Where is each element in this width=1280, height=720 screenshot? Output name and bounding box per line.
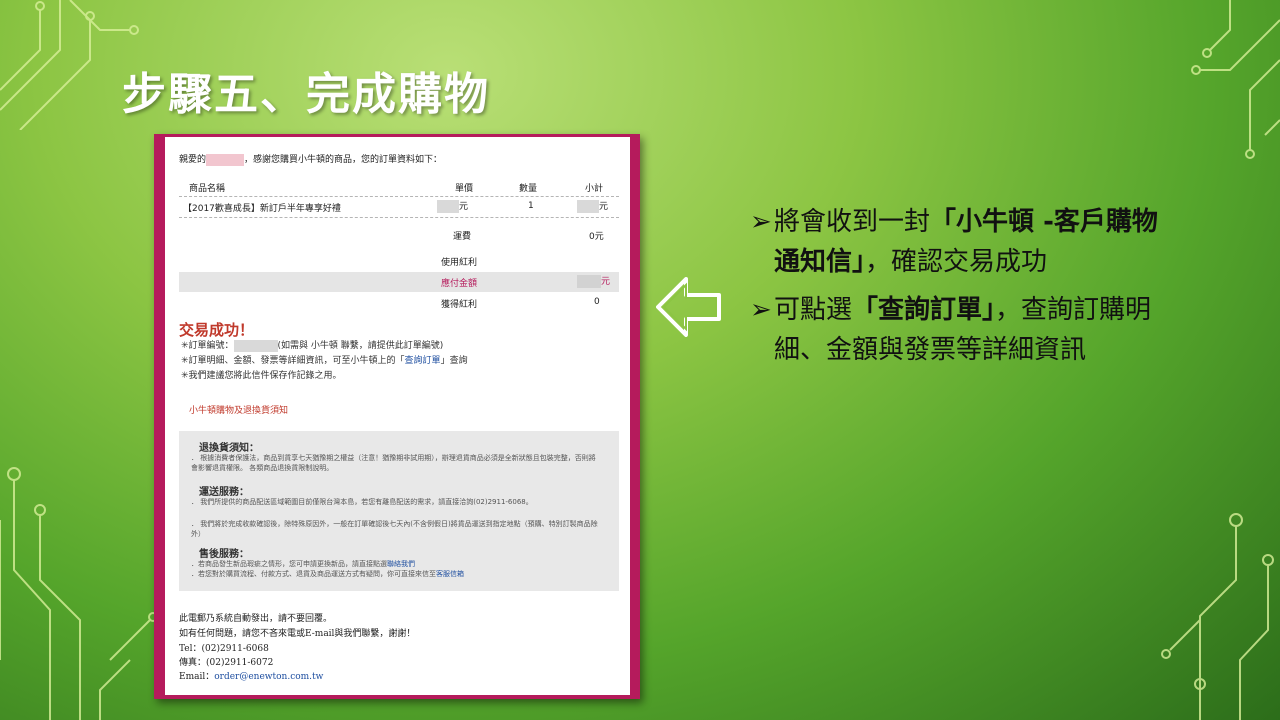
arrow-bullet-icon: ➢ [750, 295, 772, 325]
circuit-decoration-bottom-left [0, 467, 158, 720]
bullet-text: 將會收到一封 [774, 207, 931, 237]
header-price: 單價 [455, 184, 474, 194]
item-subtotal-unit: 元 [599, 202, 609, 212]
email-screenshot: 親愛的 ，感謝您購買小牛頓的商品，您的訂單資料如下： 商品名稱 單價 數量 小計 … [154, 134, 640, 699]
shipping-text-2: ． 我們將於完成收款確認後，除特殊原因外，一般在訂單確認後七天內(不含例假日)將… [191, 520, 598, 538]
footer-contact: 如有任何問題，請您不吝來電或E-mail與我們聯繫，謝謝！ [179, 629, 416, 639]
after-sales-text-2-body: ．若您對於購買流程、付款方式、退貨及商品運送方式有疑問，你可直接來信至 [191, 570, 436, 578]
contact-us-link[interactable]: 聯絡我們 [387, 560, 415, 568]
order-number-hint: (如需與 小牛頓 聯繫，請提供此訂單編號) [277, 341, 444, 351]
email-greeting: 親愛的 ，感謝您購買小牛頓的商品，您的訂單資料如下： [179, 152, 442, 166]
footer-email-link[interactable]: order@enewton.com.tw [214, 672, 323, 682]
slide-title: 步驟五、完成購物 [122, 69, 490, 120]
service-mail-link[interactable]: 客服信箱 [436, 570, 464, 578]
footer-fax: 傳真：(02)2911-6072 [179, 658, 274, 668]
circuit-decoration-top-right [1191, 0, 1280, 159]
redacted-amount [577, 275, 601, 288]
item-price-unit: 元 [459, 202, 469, 212]
return-heading: 退換貨須知： [199, 443, 259, 454]
header-product: 商品名稱 [189, 184, 226, 194]
bonus-used-label: 使用紅利 [441, 258, 478, 268]
redacted-name [206, 153, 245, 166]
bonus-earned-label: 獲得紅利 [441, 300, 478, 310]
arrow-bullet-icon: ➢ [750, 207, 772, 237]
bullet-list: ➢ 將會收到一封「小牛頓 -客戶購物通知信」，確認交易成功 ➢ 可點選「查詢訂單」，… [750, 202, 1170, 378]
shipping-heading: 運送服務： [199, 487, 249, 498]
bullet-item: ➢ 將會收到一封「小牛頓 -客戶購物通知信」，確認交易成功 [750, 202, 1170, 282]
bonus-earned-value: 0 [594, 297, 600, 307]
bullet-emphasis: 「查詢訂單」 [852, 295, 996, 325]
detail-text: ✳訂單明細、金額、發票等詳細資訊，可至小牛頓上的「 [181, 356, 405, 366]
footer-tel: Tel：(02)2911-6068 [179, 644, 269, 654]
order-number-note: ✳訂單編號： (如需與 小牛頓 聯繫，請提供此訂單編號) [181, 338, 443, 352]
after-sales-text-1-body: ．若商品發生新品瑕疵之情形，您可申請更換新品，請直接點選 [191, 560, 387, 568]
detail-text-end: 」查詢 [440, 356, 468, 366]
return-text: ． 根據消費者保護法，商品到貨享七天猶豫期之權益（注意！猶豫期非試用期），辦理退… [191, 454, 596, 472]
policy-box: 退換貨須知： ． 根據消費者保護法，商品到貨享七天猶豫期之權益（注意！猶豫期非試… [179, 431, 619, 591]
bullet-item: ➢ 可點選「查詢訂單」，查詢訂購明細、金額與發票等詳細資訊 [750, 290, 1170, 370]
after-sales-text-1: ．若商品發生新品瑕疵之情形，您可申請更換新品，請直接點選聯絡我們 [191, 559, 601, 569]
shipping-label: 運費 [453, 232, 472, 242]
redacted-order-number [233, 339, 278, 352]
amount-due-row [179, 272, 619, 292]
circuit-decoration-bottom-right [1161, 513, 1274, 720]
success-title: 交易成功！ [179, 321, 255, 339]
footer-auto: 此電郵乃系統自動發出，請不要回覆。 [179, 614, 333, 624]
after-sales-heading: 售後服務： [199, 549, 249, 560]
amount-due-label: 應付金額 [441, 279, 478, 289]
order-number-label: ✳訂單編號： [181, 341, 234, 351]
greeting-suffix: ，感謝您購買小牛頓的商品，您的訂單資料如下： [244, 155, 443, 165]
email-body: 親愛的 ，感謝您購買小牛頓的商品，您的訂單資料如下： 商品名稱 單價 數量 小計 … [165, 137, 630, 695]
shipping-value: 0元 [589, 232, 604, 242]
bullet-text-end: ，確認交易成功 [865, 247, 1048, 277]
order-detail-note: ✳訂單明細、金額、發票等詳細資訊，可至小牛頓上的「查詢訂單」查詢 [181, 353, 468, 366]
amount-due-unit: 元 [601, 277, 611, 287]
footer-email-label: Email： [179, 672, 215, 682]
item-name: 【2017歡喜成長】新訂戶半年專享好禮 [183, 204, 341, 214]
redacted-subtotal [577, 200, 599, 213]
divider [179, 196, 619, 197]
bullet-text: 可點選 [774, 295, 853, 325]
greeting-prefix: 親愛的 [179, 155, 207, 165]
header-subtotal: 小計 [585, 184, 604, 194]
shipping-text-1: ． 我們所提供的商品配送區域範圍目前僅限台灣本島，若您有離島配送的需求，請直接洽… [191, 498, 533, 506]
footer-email: Email：order@enewton.com.tw [179, 669, 323, 682]
after-sales-text-2: ．若您對於購買流程、付款方式、退貨及商品運送方式有疑問，你可直接來信至客服信箱 [191, 569, 601, 579]
header-qty: 數量 [519, 184, 538, 194]
redacted-price [437, 200, 459, 213]
divider [179, 217, 619, 218]
policy-link[interactable]: 小牛頓購物及退換貨須知 [189, 403, 288, 416]
left-arrow-icon [656, 277, 721, 337]
query-order-link[interactable]: 查詢訂單 [405, 356, 441, 366]
item-qty: 1 [528, 201, 534, 211]
keep-note: ✳我們建議您將此信件保存作記錄之用。 [181, 371, 342, 381]
